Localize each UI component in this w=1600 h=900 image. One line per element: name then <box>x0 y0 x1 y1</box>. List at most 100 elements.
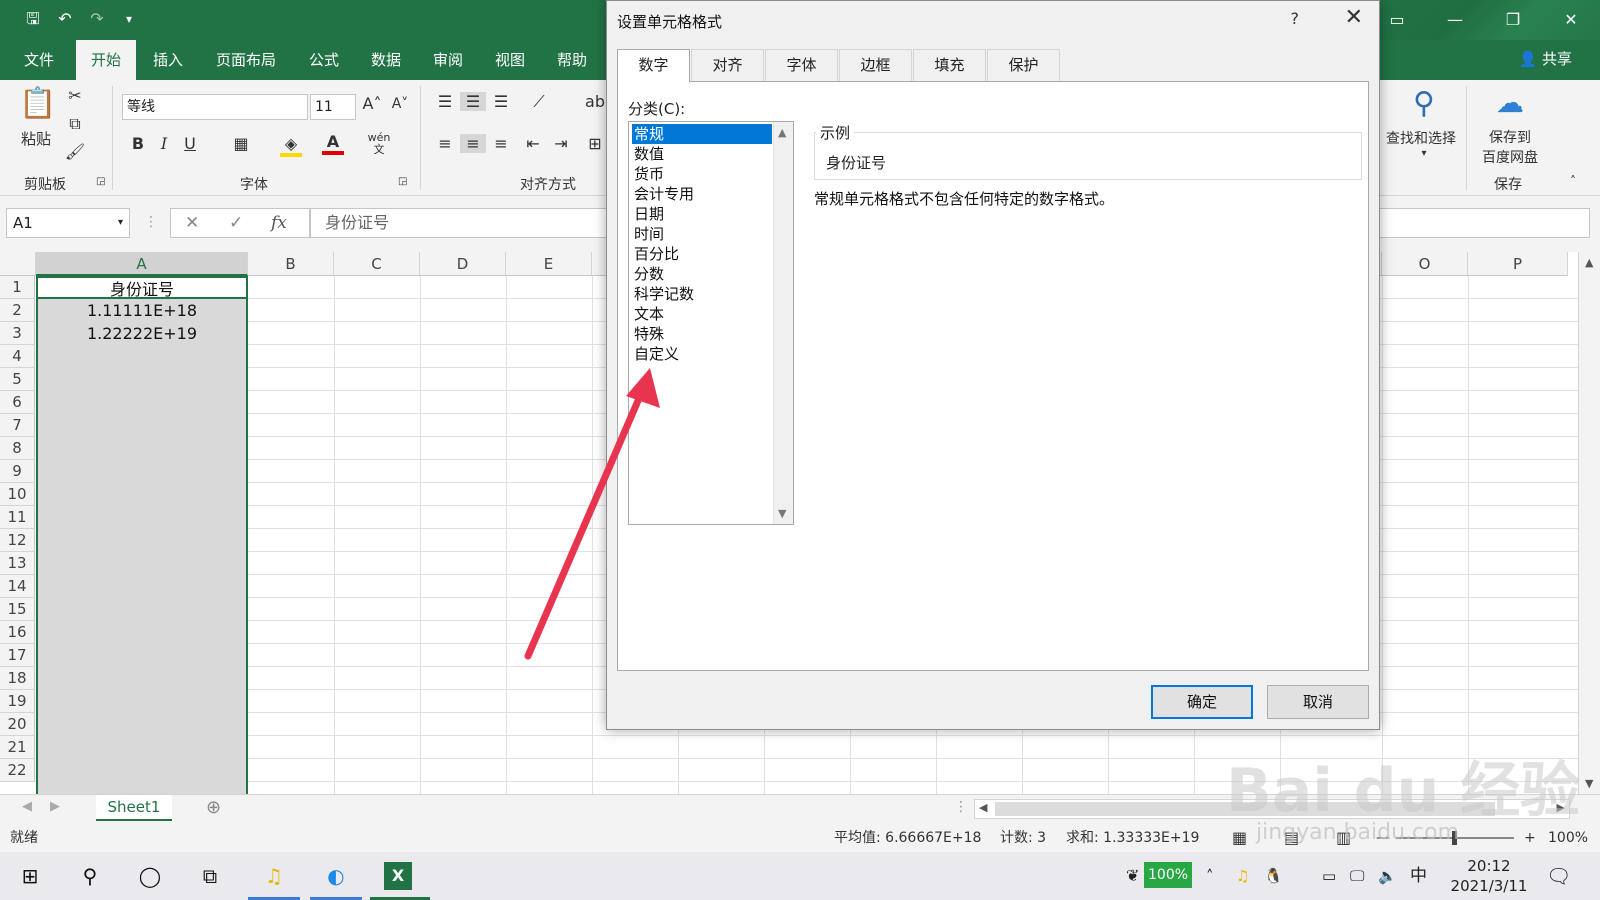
cancel-formula-icon[interactable]: ✕ <box>185 213 199 233</box>
category-number[interactable]: 数值 <box>632 144 772 164</box>
font-color-button[interactable]: A <box>322 132 344 155</box>
row-header[interactable]: 18 <box>0 667 35 690</box>
copy-icon[interactable]: ⧉ <box>64 114 86 134</box>
category-general[interactable]: 常规 <box>632 124 772 144</box>
tab-data[interactable]: 数据 <box>360 40 412 80</box>
increase-indent-icon[interactable]: ⇥ <box>550 134 572 153</box>
tab-font[interactable]: 字体 <box>765 49 838 81</box>
row-header[interactable]: 8 <box>0 437 35 460</box>
tray-music-icon[interactable]: ♫ <box>1236 852 1249 900</box>
row-header[interactable]: 14 <box>0 575 35 598</box>
baidu-pan-icon[interactable]: ☁ <box>1490 86 1530 119</box>
row-header[interactable]: 12 <box>0 529 35 552</box>
scroll-left-icon[interactable]: ◀ <box>979 801 987 814</box>
next-sheet-icon[interactable]: ▶ <box>50 799 60 814</box>
category-scrollbar[interactable]: ▲ ▼ <box>773 122 793 524</box>
notification-icon[interactable]: 🗨 <box>1546 852 1571 900</box>
row-header[interactable]: 22 <box>0 759 35 782</box>
tab-number[interactable]: 数字 <box>617 49 690 82</box>
underline-button[interactable]: U <box>180 134 200 153</box>
row-header[interactable]: 10 <box>0 483 35 506</box>
col-header-c[interactable]: C <box>334 252 420 276</box>
row-header[interactable]: 15 <box>0 598 35 621</box>
cell-a3[interactable]: 1.22222E+19 <box>36 322 248 345</box>
fill-color-icon[interactable]: ◈ <box>280 134 302 157</box>
align-bottom-icon[interactable]: ☰ <box>490 92 512 111</box>
paste-icon[interactable]: 📋 <box>18 86 58 126</box>
grow-font-icon[interactable]: A˄ <box>362 94 382 113</box>
row-header[interactable]: 20 <box>0 713 35 736</box>
dialog-launcher-icon[interactable]: ◲ <box>96 176 105 187</box>
show-hidden-icons[interactable]: ˄ <box>1206 852 1214 900</box>
scroll-down-icon[interactable]: ▼ <box>778 507 786 520</box>
ok-button[interactable]: 确定 <box>1151 685 1253 719</box>
prev-sheet-icon[interactable]: ◀ <box>22 799 32 814</box>
search-icon[interactable]: ⚲ <box>76 862 104 890</box>
battery-icon[interactable]: ▭ <box>1322 852 1336 900</box>
save-icon[interactable]: 🖫 <box>22 8 44 30</box>
tab-file[interactable]: 文件 <box>14 40 64 80</box>
row-header[interactable]: 3 <box>0 322 35 345</box>
cell-a1[interactable]: 身份证号 <box>36 276 248 299</box>
row-header[interactable]: 7 <box>0 414 35 437</box>
category-text[interactable]: 文本 <box>632 304 772 324</box>
category-percentage[interactable]: 百分比 <box>632 244 772 264</box>
category-fraction[interactable]: 分数 <box>632 264 772 284</box>
row-header[interactable]: 16 <box>0 621 35 644</box>
tab-view[interactable]: 视图 <box>484 40 536 80</box>
music-app-icon[interactable]: ♫ <box>260 862 288 890</box>
ime-indicator[interactable]: 中 <box>1410 852 1427 900</box>
col-header-a[interactable]: A <box>36 252 248 276</box>
save-to-baidu-button[interactable]: 保存到 百度网盘 <box>1474 128 1546 168</box>
tab-protection[interactable]: 保护 <box>987 49 1060 81</box>
col-header-e[interactable]: E <box>506 252 592 276</box>
excel-app-icon[interactable]: X <box>384 862 412 890</box>
row-header[interactable]: 19 <box>0 690 35 713</box>
wrap-text-icon[interactable]: ab <box>584 92 606 111</box>
qq-icon[interactable]: 🐧 <box>1264 852 1283 900</box>
enter-formula-icon[interactable]: ✓ <box>229 213 243 233</box>
task-view-icon[interactable]: ⧉ <box>196 862 224 890</box>
add-sheet-icon[interactable]: ⊕ <box>206 797 221 818</box>
row-header[interactable]: 2 <box>0 299 35 322</box>
row-header[interactable]: 13 <box>0 552 35 575</box>
col-header-p[interactable]: P <box>1468 252 1568 276</box>
tab-fill[interactable]: 填充 <box>913 49 986 81</box>
category-date[interactable]: 日期 <box>632 204 772 224</box>
restore-icon[interactable]: ❐ <box>1484 0 1542 40</box>
collapse-ribbon-icon[interactable]: ˄ <box>1570 174 1576 188</box>
close-icon[interactable]: ✕ <box>1345 5 1363 30</box>
cortana-icon[interactable]: ◯ <box>136 862 164 890</box>
row-header[interactable]: 21 <box>0 736 35 759</box>
tab-border[interactable]: 边框 <box>839 49 912 81</box>
tab-formulas[interactable]: 公式 <box>298 40 350 80</box>
category-time[interactable]: 时间 <box>632 224 772 244</box>
category-custom[interactable]: 自定义 <box>632 344 772 364</box>
scroll-up-icon[interactable]: ▲ <box>778 126 786 139</box>
tab-alignment[interactable]: 对齐 <box>691 49 764 81</box>
category-scientific[interactable]: 科学记数 <box>632 284 772 304</box>
leaf-icon[interactable]: ❦ <box>1126 852 1139 900</box>
font-size-select[interactable]: 11 <box>310 94 356 120</box>
close-window-icon[interactable]: ✕ <box>1542 0 1600 40</box>
find-icon[interactable]: ⚲ <box>1404 86 1444 121</box>
scroll-down-icon[interactable]: ▼ <box>1585 777 1593 790</box>
redo-icon[interactable]: ↷ <box>86 8 108 30</box>
name-box[interactable]: A1 ▾ <box>6 208 130 238</box>
format-painter-icon[interactable]: 🖌 <box>64 142 86 161</box>
orientation-icon[interactable]: ⟋ <box>524 92 554 112</box>
clock[interactable]: 20:12 2021/3/11 <box>1448 856 1530 896</box>
customize-qat-icon[interactable]: ▾ <box>118 8 140 30</box>
category-special[interactable]: 特殊 <box>632 324 772 344</box>
cell-a2[interactable]: 1.11111E+18 <box>36 299 248 322</box>
vertical-scrollbar[interactable]: ▲ ▼ <box>1578 252 1600 794</box>
row-header[interactable]: 11 <box>0 506 35 529</box>
merge-center-icon[interactable]: ⊞ <box>584 134 606 153</box>
row-header[interactable]: 17 <box>0 644 35 667</box>
col-header-d[interactable]: D <box>420 252 506 276</box>
phonetic-icon[interactable]: wén 文 <box>366 132 392 156</box>
tab-home[interactable]: 开始 <box>76 40 136 80</box>
italic-button[interactable]: I <box>154 134 174 153</box>
category-currency[interactable]: 货币 <box>632 164 772 184</box>
row-header[interactable]: 5 <box>0 368 35 391</box>
